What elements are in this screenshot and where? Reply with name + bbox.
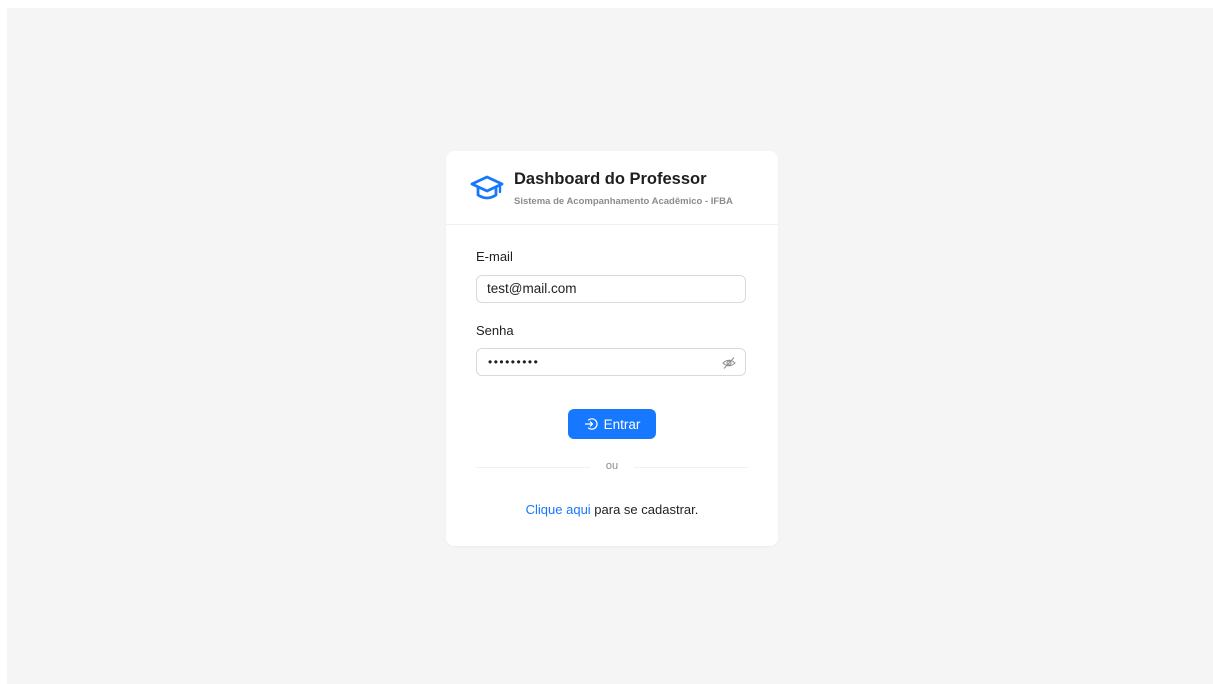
graduation-cap-icon bbox=[470, 175, 504, 200]
email-label: E-mail bbox=[476, 249, 513, 264]
login-button-label: Entrar bbox=[603, 416, 641, 432]
page-subtitle: Sistema de Acompanhamento Acadêmico - IF… bbox=[514, 196, 733, 207]
login-icon bbox=[584, 418, 598, 430]
page-background: Dashboard do Professor Sistema de Acompa… bbox=[7, 8, 1213, 684]
eye-invisible-icon[interactable] bbox=[722, 356, 736, 370]
login-card: Dashboard do Professor Sistema de Acompa… bbox=[446, 151, 778, 546]
signup-rest-text: para se cadastrar. bbox=[590, 502, 699, 517]
card-header: Dashboard do Professor Sistema de Acompa… bbox=[446, 151, 778, 225]
page-title: Dashboard do Professor bbox=[514, 170, 707, 188]
email-field[interactable]: test@mail.com bbox=[476, 275, 746, 303]
divider-line-right bbox=[634, 467, 748, 468]
password-field[interactable]: ••••••••• bbox=[476, 348, 746, 376]
password-label: Senha bbox=[476, 323, 514, 338]
divider-text: ou bbox=[605, 460, 619, 472]
password-value: ••••••••• bbox=[488, 355, 540, 369]
divider: ou bbox=[476, 460, 748, 474]
signup-link[interactable]: Clique aqui bbox=[526, 502, 591, 517]
login-button[interactable]: Entrar bbox=[568, 409, 656, 439]
signup-text: Clique aqui para se cadastrar. bbox=[446, 502, 778, 517]
